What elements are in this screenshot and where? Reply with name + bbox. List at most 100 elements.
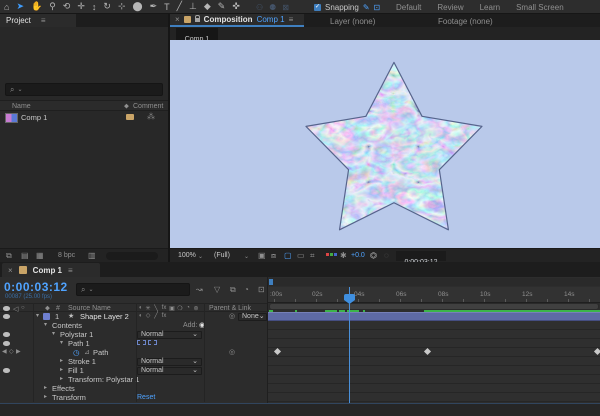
shared-view-icon[interactable]: ⚉ (269, 3, 276, 12)
group-row-contents[interactable]: ▾ Contents Add: ◉ (0, 321, 268, 330)
expander-icon[interactable]: ▸ (44, 394, 47, 400)
project-item-name[interactable]: Comp 1 (21, 113, 47, 122)
exposure-gear-icon[interactable]: ✱ (340, 251, 347, 260)
tool-shape-icon[interactable]: ⬤ (132, 1, 142, 12)
property-row-path[interactable]: ◀ ◇ ▶ ◷ ⊿ Path ◎ (0, 348, 268, 357)
group-row-transform-polystar[interactable]: ▸ Transform: Polystar 1 (0, 375, 268, 384)
tool-clone-stamp-icon[interactable]: ⊥ (189, 1, 197, 12)
column-name[interactable]: Name (12, 103, 31, 110)
timeline-nav-strip[interactable] (268, 278, 600, 286)
switch-column-icon[interactable]: ◖ (137, 305, 143, 312)
layer-switch-icon[interactable]: ◖ (137, 313, 143, 319)
tab-composition[interactable]: × Composition Comp 1 ≡ (170, 14, 304, 27)
close-tab-icon[interactable]: × (8, 266, 13, 275)
transparency-grid-icon[interactable]: ⌗ (310, 251, 315, 261)
magnification-select[interactable]: 100% (178, 252, 196, 259)
show-snapshot-icon[interactable]: ◌ (384, 251, 389, 260)
group-label[interactable]: Transform: Polystar 1 (68, 376, 139, 384)
mini-flowchart-icon[interactable]: ↝ (196, 285, 203, 294)
layer-row-shape-layer-2[interactable]: ▾ 1 ★ Shape Layer 2 ◖◇╱fx ◎ None⌄ (0, 312, 268, 321)
project-item-row[interactable]: Comp 1 ⁂ (0, 111, 168, 123)
timeline-search-input[interactable]: ⌕ ⌄ (76, 283, 190, 296)
project-search-input[interactable]: ⌕ ⌄ (5, 83, 163, 96)
property-label[interactable]: Path (93, 349, 108, 357)
eye-icon[interactable] (3, 368, 10, 373)
group-label[interactable]: Polystar 1 (60, 331, 93, 339)
group-row-effects[interactable]: ▸ Effects (0, 384, 268, 393)
comp-color-swatch[interactable] (19, 266, 27, 274)
tab-project[interactable]: Project ≡ (0, 14, 76, 27)
group-row-path-1[interactable]: ▾ Path 1 (0, 339, 268, 348)
set-keyframe-icon[interactable]: ◇ (9, 349, 14, 355)
video-column-icon[interactable] (3, 306, 10, 311)
tool-dolly-camera-icon[interactable]: ↕ (92, 2, 97, 12)
switch-column-icon[interactable]: ✳ (145, 305, 151, 312)
tool-brush-icon[interactable]: ╱ (177, 1, 182, 12)
comp-color-swatch[interactable] (184, 16, 191, 23)
graph-set-icon[interactable]: ⊿ (84, 349, 90, 356)
frame-blending-icon[interactable]: ⧉ (230, 285, 236, 295)
snapping-checkbox[interactable]: ✓ (314, 4, 321, 11)
blend-mode-select[interactable]: Normal⌄ (137, 358, 202, 366)
work-area-bar[interactable] (269, 303, 599, 310)
view-layout-icon[interactable]: ▣ (258, 251, 266, 260)
group-label[interactable]: Fill 1 (68, 367, 84, 375)
lock-icon[interactable] (195, 18, 200, 22)
timeline-tab[interactable]: × Comp 1 ≡ (2, 263, 100, 277)
panel-menu-icon[interactable]: ≡ (289, 15, 294, 24)
layer-duration-bar[interactable] (268, 312, 600, 321)
graph-rows-area[interactable] (268, 321, 600, 402)
panel-menu-icon[interactable]: ≡ (68, 266, 73, 275)
stopwatch-icon[interactable]: ◷ (73, 349, 80, 357)
grid-guides-icon[interactable]: ▢ (284, 251, 292, 260)
tool-zoom-icon[interactable]: ⚲ (49, 1, 56, 12)
snap-fit-icon[interactable]: ⊡ (374, 3, 381, 12)
tool-rotation-icon[interactable]: ↻ (103, 1, 111, 12)
expander-icon[interactable]: ▸ (60, 367, 63, 373)
path-direction-icon[interactable] (137, 340, 146, 345)
draft-3d-icon[interactable]: ▽ (214, 285, 220, 294)
time-ruler[interactable]: :00s02s04s06s08s10s12s14s (268, 287, 600, 303)
number-column[interactable]: # (56, 305, 60, 312)
group-row-polystar-1[interactable]: ▾ Polystar 1 Normal⌄ (0, 330, 268, 339)
snap-bezier-icon[interactable]: ✎ (363, 3, 370, 12)
tool-pan-camera-icon[interactable]: ✛ (77, 1, 85, 12)
eye-icon[interactable] (3, 341, 10, 346)
column-comment[interactable]: Comment (133, 103, 163, 110)
channels-icon[interactable] (326, 253, 337, 256)
tool-pen-icon[interactable]: ✒ (150, 1, 158, 12)
group-label[interactable]: Stroke 1 (68, 358, 96, 366)
region-of-interest-icon[interactable]: ▭ (297, 251, 305, 260)
shared-view-icon[interactable]: ⚇ (256, 3, 263, 12)
parent-select[interactable]: None⌄ (238, 313, 267, 321)
source-name-column[interactable]: Source Name (68, 305, 111, 312)
switch-column-icon[interactable]: ⊚ (193, 305, 199, 312)
new-folder-icon[interactable]: ▤ (21, 251, 29, 260)
tool-hand-icon[interactable]: ✋ (31, 1, 42, 12)
expander-icon[interactable]: ▸ (60, 376, 63, 382)
panel-menu-icon[interactable]: ≡ (41, 16, 46, 25)
label-color-swatch[interactable] (126, 114, 134, 120)
snapshot-camera-icon[interactable]: ⏣ (370, 251, 377, 260)
trash-icon[interactable]: ▥ (88, 251, 96, 260)
motion-blur-icon[interactable]: ◔ (244, 285, 249, 294)
expander-icon[interactable]: ▾ (52, 331, 55, 337)
pickwhip-icon[interactable]: ◎ (229, 349, 235, 356)
tool-home-icon[interactable]: ⌂ (4, 2, 9, 12)
tool-roto-brush-icon[interactable]: ✎ (218, 1, 226, 12)
switch-column-icon[interactable]: ◔ (185, 305, 191, 312)
tool-pan-behind-icon[interactable]: ⊹ (118, 1, 126, 12)
tab-layer[interactable]: Layer (none) (330, 17, 375, 26)
expander-icon[interactable]: ▾ (44, 322, 47, 328)
vertical-panel-divider[interactable] (168, 14, 170, 262)
blend-mode-select[interactable]: Normal⌄ (137, 367, 202, 375)
group-label[interactable]: Path 1 (68, 340, 90, 348)
reset-button[interactable]: Reset (137, 394, 155, 401)
view-tab-comp1[interactable]: Comp 1 (176, 28, 218, 40)
label-column-icon[interactable]: ⬥ (124, 103, 129, 111)
layer-label-swatch[interactable] (43, 313, 50, 320)
workspace-item[interactable]: Small Screen (516, 3, 564, 12)
workspace-item[interactable]: Learn (480, 3, 500, 12)
3d-view-icon[interactable]: ⧈ (271, 251, 276, 261)
next-keyframe-icon[interactable]: ▶ (16, 349, 21, 355)
